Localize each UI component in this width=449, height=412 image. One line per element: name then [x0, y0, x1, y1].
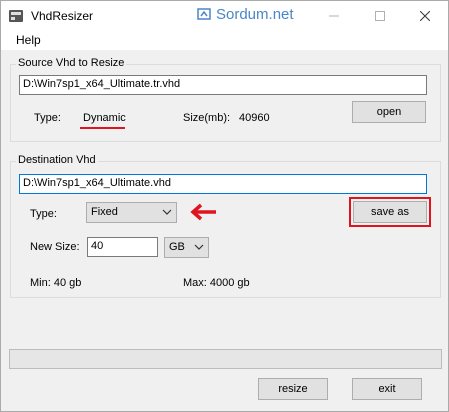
type-value-highlight [80, 127, 125, 129]
destination-type-label: Type: [30, 208, 57, 220]
new-size-input[interactable]: 40 [87, 237, 158, 257]
source-type-value: Dynamic [83, 112, 126, 124]
source-path-input[interactable]: D:\Win7sp1_x64_Ultimate.tr.vhd [19, 75, 427, 95]
size-unit-select[interactable]: GB [164, 237, 209, 258]
red-arrow-icon [190, 203, 216, 221]
title-bar[interactable]: VhdResizer Sordum.net [1, 1, 448, 31]
close-button[interactable] [402, 1, 448, 31]
vhdresizer-window: VhdResizer Sordum.net Help Source Vhd to… [0, 0, 449, 412]
app-icon [9, 10, 23, 22]
open-button[interactable]: open [352, 101, 426, 123]
destination-type-select[interactable]: Fixed [86, 202, 177, 223]
window-title: VhdResizer [31, 9, 94, 23]
maximize-button[interactable] [357, 1, 403, 31]
source-size-label: Size(mb): [183, 112, 231, 124]
progress-bar [9, 349, 442, 369]
minimize-icon [329, 15, 339, 17]
save-as-button[interactable]: save as [353, 201, 427, 223]
exit-button[interactable]: exit [352, 378, 422, 400]
source-group-title: Source Vhd to Resize [16, 57, 127, 69]
chevron-down-icon [162, 209, 172, 215]
new-size-label: New Size: [30, 241, 80, 253]
watermark-logo-icon [197, 8, 211, 20]
maximize-icon [375, 11, 385, 21]
close-icon [420, 11, 430, 21]
destination-path-input[interactable]: D:\Win7sp1_x64_Ultimate.vhd [19, 174, 427, 194]
menu-bar: Help [1, 31, 448, 50]
max-size-text: Max: 4000 gb [183, 277, 250, 289]
minimize-button[interactable] [311, 1, 357, 31]
size-unit-selected: GB [169, 241, 185, 253]
min-size-text: Min: 40 gb [30, 277, 82, 289]
destination-group-title: Destination Vhd [16, 154, 98, 166]
menu-help[interactable]: Help [16, 33, 41, 47]
source-type-label: Type: [34, 112, 61, 124]
source-size-value: 40960 [239, 112, 270, 124]
resize-button[interactable]: resize [258, 378, 328, 400]
destination-type-selected: Fixed [91, 206, 118, 218]
watermark-text: Sordum.net [216, 6, 294, 23]
chevron-down-icon [194, 244, 204, 250]
